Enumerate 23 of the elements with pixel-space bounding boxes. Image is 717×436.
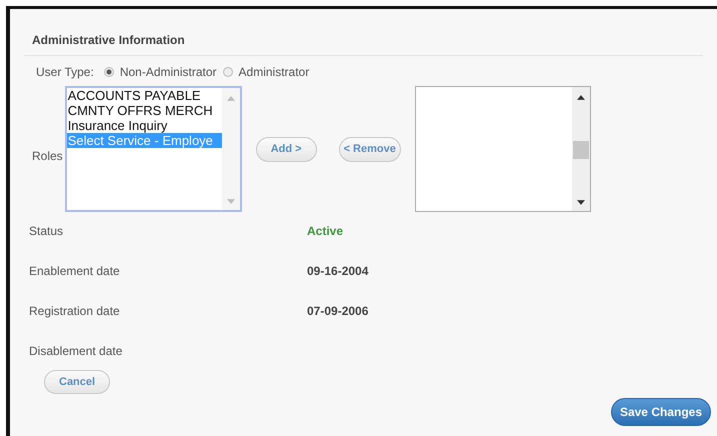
role-option[interactable]: ACCOUNTS PAYABLE <box>66 88 222 103</box>
user-type-label: User Type: <box>36 65 94 79</box>
status-value: Active <box>307 224 344 238</box>
role-option[interactable]: CMNTY OFFRS MERCH <box>66 103 222 118</box>
radio-label[interactable]: Administrator <box>238 65 310 79</box>
available-roles-list[interactable]: ACCOUNTS PAYABLE CMNTY OFFRS MERCH Insurance Inquiry Select Service - Employe <box>64 86 242 212</box>
scroll-thumb[interactable] <box>572 141 589 159</box>
role-option[interactable]: Insurance Inquiry <box>66 118 222 133</box>
field-label: Enablement date <box>29 264 121 278</box>
field-label: Disablement date <box>29 344 124 358</box>
section-title: Administrative Information <box>24 27 703 56</box>
date-value: 07-09-2006 <box>307 304 368 318</box>
radio-button[interactable] <box>222 67 233 77</box>
scroll-down-icon[interactable] <box>576 200 585 205</box>
field-label: Registration date <box>29 304 121 318</box>
date-value: 09-16-2004 <box>307 264 368 278</box>
save-changes-button[interactable]: Save Changes <box>610 398 711 426</box>
radio-button[interactable] <box>104 67 114 77</box>
scroll-up-icon[interactable] <box>576 95 585 100</box>
radio-label[interactable]: Non-Administrator <box>120 65 217 79</box>
roles-label: Roles <box>32 148 63 163</box>
scrollbar[interactable] <box>572 87 590 211</box>
field-label: Status <box>29 224 64 238</box>
